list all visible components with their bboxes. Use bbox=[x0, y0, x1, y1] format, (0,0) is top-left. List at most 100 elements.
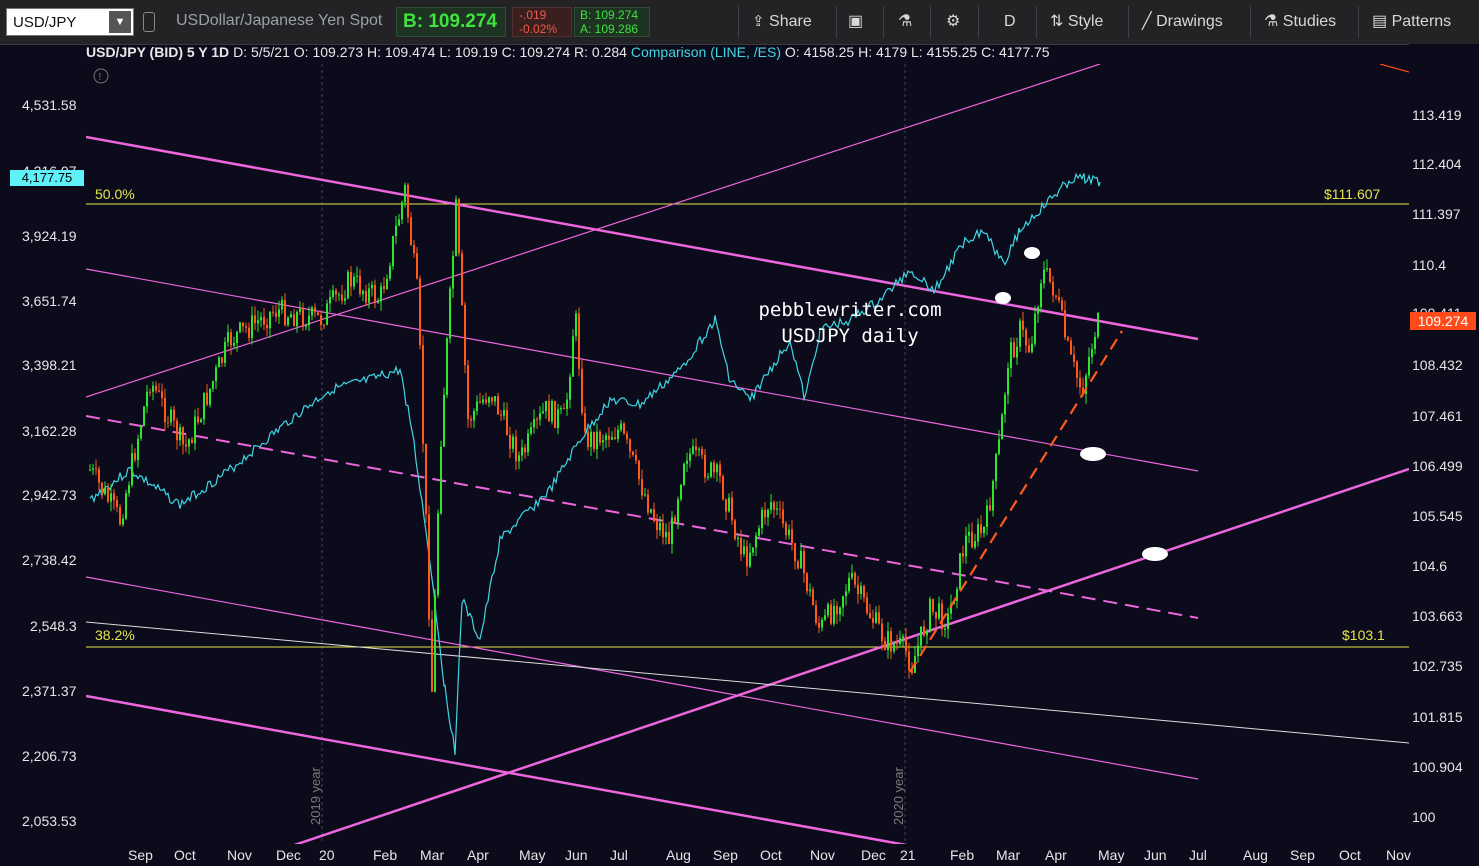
candle-body bbox=[860, 586, 862, 595]
x-tick: Mar bbox=[996, 847, 1021, 863]
candle-body bbox=[122, 518, 124, 525]
candle-body bbox=[659, 522, 661, 531]
candle-body bbox=[260, 317, 262, 321]
candle-body bbox=[767, 509, 769, 518]
candle-body bbox=[965, 535, 967, 557]
candle-body bbox=[917, 645, 919, 657]
candle-body bbox=[683, 463, 685, 485]
candle-body bbox=[839, 607, 841, 615]
candle-body bbox=[1028, 345, 1030, 353]
candle-body bbox=[848, 577, 850, 592]
candle-body bbox=[773, 502, 775, 510]
candle-body bbox=[482, 399, 484, 403]
candle-body bbox=[788, 529, 790, 536]
x-tick: Oct bbox=[174, 847, 196, 863]
candle-body bbox=[497, 396, 499, 415]
candle-body bbox=[584, 413, 586, 432]
candle-body bbox=[563, 408, 565, 410]
candle-body bbox=[101, 482, 103, 495]
year-label-2020: 2020 year bbox=[891, 767, 906, 825]
candle-body bbox=[899, 638, 901, 645]
candle-body bbox=[944, 628, 946, 630]
candle-body bbox=[392, 236, 394, 267]
x-tick: 20 bbox=[319, 847, 335, 863]
candle-body bbox=[365, 290, 367, 303]
candle-body bbox=[674, 517, 676, 523]
candle-body bbox=[959, 553, 961, 589]
candle-body bbox=[131, 453, 133, 486]
candle-body bbox=[167, 422, 169, 424]
candle-body bbox=[1013, 342, 1015, 358]
candle-body bbox=[869, 613, 871, 619]
candle-body bbox=[896, 643, 898, 645]
candle-body bbox=[95, 468, 97, 470]
candle-body bbox=[434, 595, 436, 692]
candle-body bbox=[971, 531, 973, 548]
candle-body bbox=[350, 271, 352, 287]
candle-body bbox=[557, 409, 559, 428]
candle-body bbox=[437, 513, 439, 596]
candle-body bbox=[743, 546, 745, 555]
candle-body bbox=[671, 517, 673, 545]
candle-body bbox=[527, 433, 529, 453]
x-tick: Nov bbox=[1386, 847, 1411, 863]
candle-body bbox=[284, 299, 286, 325]
candle-body bbox=[1037, 307, 1039, 314]
candle-body bbox=[146, 391, 148, 407]
candle-body bbox=[200, 419, 202, 423]
candle-body bbox=[611, 437, 613, 440]
candle-body bbox=[512, 436, 514, 449]
candle-body bbox=[572, 336, 574, 377]
candle-body bbox=[851, 573, 853, 578]
candle-body bbox=[722, 476, 724, 500]
candle-body bbox=[197, 416, 199, 423]
candle-body bbox=[452, 255, 454, 289]
candle-body bbox=[935, 611, 937, 619]
candle-body bbox=[806, 573, 808, 592]
candle-body bbox=[818, 622, 820, 628]
candle-body bbox=[560, 408, 562, 410]
candle-body bbox=[1007, 368, 1009, 395]
candle-body bbox=[617, 429, 619, 439]
x-tick: Aug bbox=[1243, 847, 1268, 863]
candle-body bbox=[854, 573, 856, 585]
candle-body bbox=[1010, 342, 1012, 369]
candle-body bbox=[119, 506, 121, 525]
candle-body bbox=[929, 598, 931, 632]
candle-body bbox=[311, 307, 313, 316]
candle-body bbox=[938, 603, 940, 619]
candle-body bbox=[338, 294, 340, 296]
candle-body bbox=[791, 529, 793, 544]
candle-body bbox=[758, 528, 760, 536]
candle-body bbox=[749, 552, 751, 567]
candle-body bbox=[656, 520, 658, 531]
candle-body bbox=[623, 423, 625, 434]
candle-body bbox=[632, 451, 634, 456]
candle-body bbox=[470, 418, 472, 421]
candle-body bbox=[212, 381, 214, 389]
candle-body bbox=[173, 409, 175, 421]
candle-body bbox=[932, 598, 934, 612]
candle-body bbox=[158, 390, 160, 392]
candle-body bbox=[422, 345, 424, 444]
candle-body bbox=[908, 651, 910, 670]
candle-body bbox=[281, 299, 283, 310]
candle-body bbox=[713, 462, 715, 473]
candle-body bbox=[500, 414, 502, 416]
candle-body bbox=[179, 427, 181, 441]
candle-body bbox=[353, 276, 355, 287]
candle-body bbox=[314, 307, 316, 313]
candle-body bbox=[923, 626, 925, 636]
candle-body bbox=[797, 561, 799, 569]
candle-body bbox=[1031, 343, 1033, 353]
candle-body bbox=[638, 460, 640, 480]
candle-body bbox=[824, 615, 826, 620]
x-tick: Oct bbox=[760, 847, 782, 863]
left-tick: 2,206.73 bbox=[22, 748, 77, 764]
candle-body bbox=[443, 394, 445, 447]
candle-body bbox=[644, 494, 646, 496]
price-chart[interactable]: 2019 year 2020 year 50.0% $111.607 38.2%… bbox=[0, 0, 1479, 866]
candle-body bbox=[341, 294, 343, 301]
candle-body bbox=[842, 596, 844, 608]
last-price-badge: 109.274 bbox=[1410, 312, 1476, 330]
